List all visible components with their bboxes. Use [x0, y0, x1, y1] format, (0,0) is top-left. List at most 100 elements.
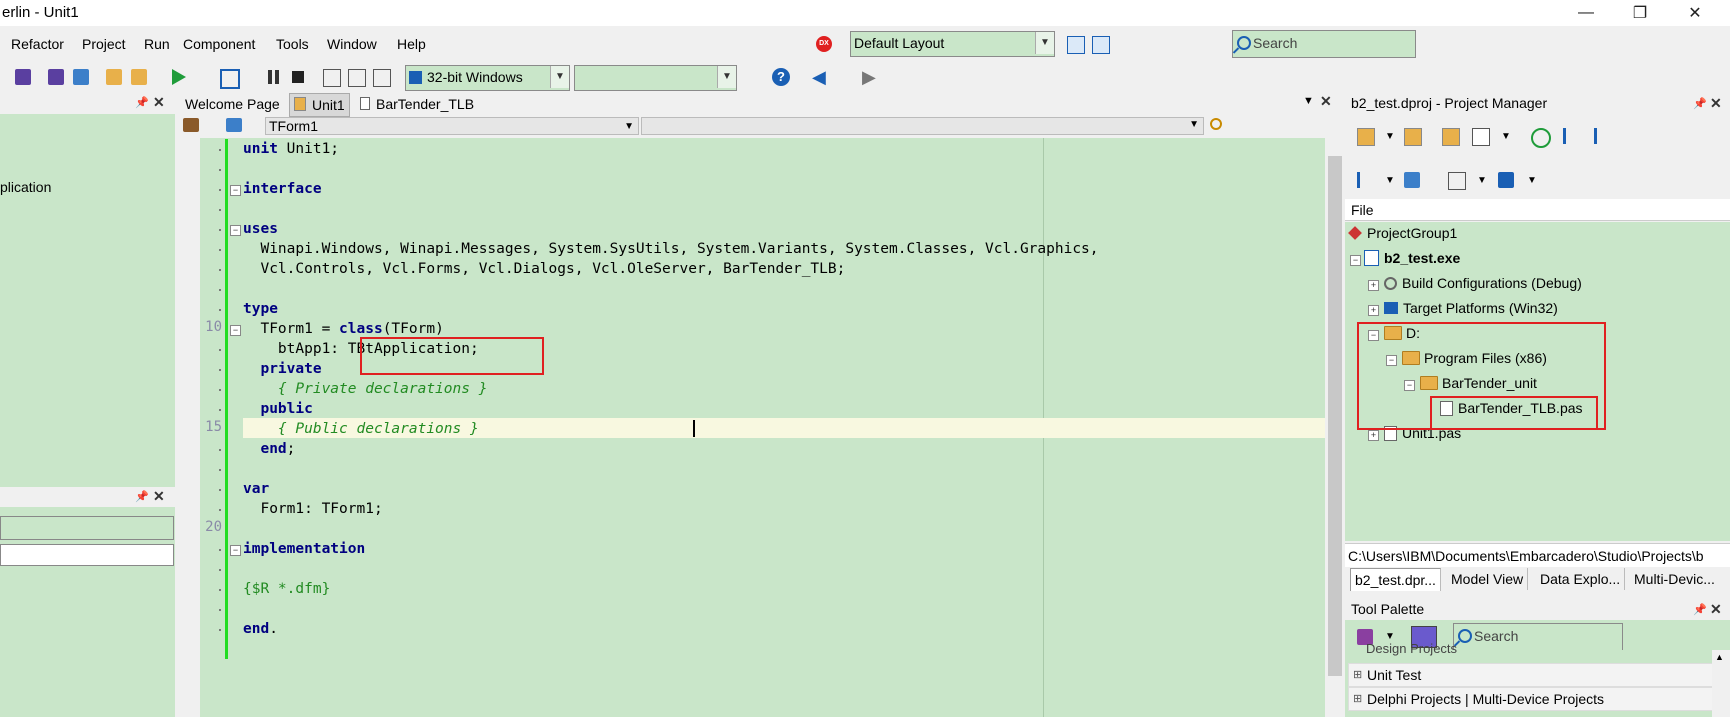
- close-file-icon[interactable]: [73, 69, 89, 85]
- build-all-icon[interactable]: [1498, 172, 1514, 188]
- pin-icon[interactable]: 📌: [1693, 603, 1707, 616]
- tab-welcome-page[interactable]: Welcome Page: [181, 93, 284, 115]
- collapse-toggle[interactable]: −: [1350, 255, 1361, 266]
- expand-toggle[interactable]: +: [1368, 430, 1379, 441]
- tool-icon[interactable]: [183, 118, 199, 132]
- code-line[interactable]: Winapi.Windows, Winapi.Messages, System.…: [243, 239, 1098, 259]
- code-line[interactable]: var: [243, 479, 269, 499]
- help-icon[interactable]: ?: [772, 68, 790, 86]
- find-icon[interactable]: [1210, 118, 1222, 130]
- expand-toggle[interactable]: +: [1368, 305, 1379, 316]
- layout-combo[interactable]: Default Layout ▼: [850, 31, 1055, 57]
- chevron-down-icon[interactable]: ▼: [1385, 175, 1395, 186]
- add-file-icon[interactable]: [106, 69, 122, 85]
- chevron-down-icon[interactable]: ▼: [1477, 175, 1487, 186]
- config-combo[interactable]: ▼: [574, 65, 737, 91]
- expand-icon[interactable]: [1563, 128, 1582, 144]
- pause-icon[interactable]: [268, 70, 272, 84]
- menu-project[interactable]: Project: [82, 36, 126, 52]
- minimize-button[interactable]: —: [1563, 0, 1609, 26]
- close-icon[interactable]: ✕: [1710, 601, 1722, 618]
- view-icon[interactable]: [1472, 128, 1490, 146]
- maximize-button[interactable]: ❐: [1617, 0, 1663, 26]
- close-button[interactable]: ✕: [1672, 0, 1718, 26]
- tab-bartender-tlb[interactable]: BarTender_TLB: [356, 93, 478, 115]
- fold-icon[interactable]: −: [230, 185, 241, 196]
- chevron-down-icon[interactable]: ▼: [1385, 131, 1395, 142]
- close-icon[interactable]: ✕: [153, 94, 165, 111]
- save-all-icon[interactable]: [48, 69, 64, 85]
- tab-multi-device[interactable]: Multi-Devic...: [1630, 568, 1719, 590]
- code-line[interactable]: {$R *.dfm}: [243, 579, 330, 599]
- tab-model-view[interactable]: Model View: [1447, 568, 1529, 590]
- tab-list-chevron-icon[interactable]: ▼: [1303, 95, 1314, 107]
- open-folder-icon[interactable]: [1442, 128, 1460, 146]
- tab-data-explorer[interactable]: Data Explo...: [1536, 568, 1626, 590]
- fold-icon[interactable]: −: [230, 325, 241, 336]
- close-icon[interactable]: ✕: [1710, 95, 1722, 112]
- platform-combo[interactable]: 32-bit Windows ▼: [405, 65, 570, 91]
- palette-category-unit-test[interactable]: ⊞ Unit Test: [1348, 663, 1728, 687]
- navigate-icon[interactable]: [226, 118, 242, 132]
- run-icon[interactable]: [172, 69, 186, 85]
- build-icon[interactable]: [1448, 172, 1466, 190]
- palette-scrollbar[interactable]: ▲: [1712, 650, 1730, 717]
- expand-toggle[interactable]: +: [1368, 280, 1379, 291]
- vertical-scrollbar[interactable]: [1325, 138, 1345, 717]
- code-line[interactable]: unit Unit1;: [243, 139, 339, 159]
- back-arrow-icon[interactable]: ◀: [812, 68, 826, 86]
- pin-icon[interactable]: 📌: [135, 490, 149, 503]
- object-selector[interactable]: [0, 516, 174, 540]
- code-line[interactable]: { Public declarations }: [243, 419, 479, 439]
- fold-icon[interactable]: −: [230, 225, 241, 236]
- tree-node-build-configs[interactable]: Build Configurations (Debug): [1384, 275, 1582, 291]
- add-folder-icon[interactable]: [1404, 128, 1422, 146]
- tree-node-project[interactable]: b2_test.exe: [1364, 250, 1460, 266]
- tab-project-manager[interactable]: b2_test.dpr...: [1350, 568, 1441, 591]
- restore-layout-icon[interactable]: [1092, 36, 1110, 54]
- save-icon[interactable]: [15, 69, 31, 85]
- code-line[interactable]: end.: [243, 619, 278, 639]
- code-line[interactable]: public: [243, 399, 312, 419]
- code-line[interactable]: type: [243, 299, 278, 319]
- save-layout-icon[interactable]: [1067, 36, 1085, 54]
- method-combo[interactable]: ▼: [641, 117, 1204, 135]
- scrollbar-thumb[interactable]: [1328, 156, 1342, 676]
- menu-run[interactable]: Run: [144, 36, 170, 52]
- sync-icon[interactable]: [1404, 172, 1420, 188]
- code-line[interactable]: Form1: TForm1;: [243, 499, 382, 519]
- pin-icon[interactable]: 📌: [1693, 97, 1707, 110]
- new-item-icon[interactable]: [1357, 128, 1375, 146]
- step-over-icon[interactable]: [348, 69, 366, 87]
- dx-icon[interactable]: DX: [816, 36, 832, 52]
- collapse-icon[interactable]: [1594, 128, 1613, 144]
- stop-icon[interactable]: [292, 71, 304, 83]
- code-line[interactable]: implementation: [243, 539, 365, 559]
- code-line[interactable]: uses: [243, 219, 278, 239]
- code-line[interactable]: { Private declarations }: [243, 379, 488, 399]
- menu-help[interactable]: Help: [397, 36, 426, 52]
- menu-component[interactable]: Component: [183, 36, 255, 52]
- refresh-icon[interactable]: [1531, 128, 1551, 148]
- ide-search-input[interactable]: Search: [1232, 30, 1416, 58]
- close-tab-icon[interactable]: ✕: [1320, 93, 1332, 110]
- code-line[interactable]: private: [243, 359, 321, 379]
- trace-into-icon[interactable]: [323, 69, 341, 87]
- run-to-cursor-icon[interactable]: [373, 69, 391, 87]
- code-line[interactable]: end;: [243, 439, 295, 459]
- run-without-debug-icon[interactable]: [220, 69, 240, 89]
- structure-item[interactable]: plication: [0, 179, 51, 195]
- tree-column-header[interactable]: File: [1345, 199, 1730, 221]
- remove-file-icon[interactable]: [131, 69, 147, 85]
- scroll-up-icon[interactable]: ▲: [1715, 652, 1724, 662]
- forward-arrow-icon[interactable]: ▶: [862, 68, 876, 86]
- menu-refactor[interactable]: Refactor: [11, 36, 64, 52]
- tree-node-projectgroup[interactable]: ProjectGroup1: [1348, 225, 1457, 241]
- code-line[interactable]: Vcl.Controls, Vcl.Forms, Vcl.Dialogs, Vc…: [243, 259, 845, 279]
- chevron-down-icon[interactable]: ▼: [1501, 131, 1511, 142]
- code-line[interactable]: interface: [243, 179, 322, 199]
- inspector-search-input[interactable]: [0, 544, 174, 566]
- list-icon[interactable]: [1357, 172, 1376, 188]
- tree-node-target-platforms[interactable]: Target Platforms (Win32): [1384, 300, 1558, 316]
- class-combo[interactable]: TForm1 ▼: [265, 117, 639, 135]
